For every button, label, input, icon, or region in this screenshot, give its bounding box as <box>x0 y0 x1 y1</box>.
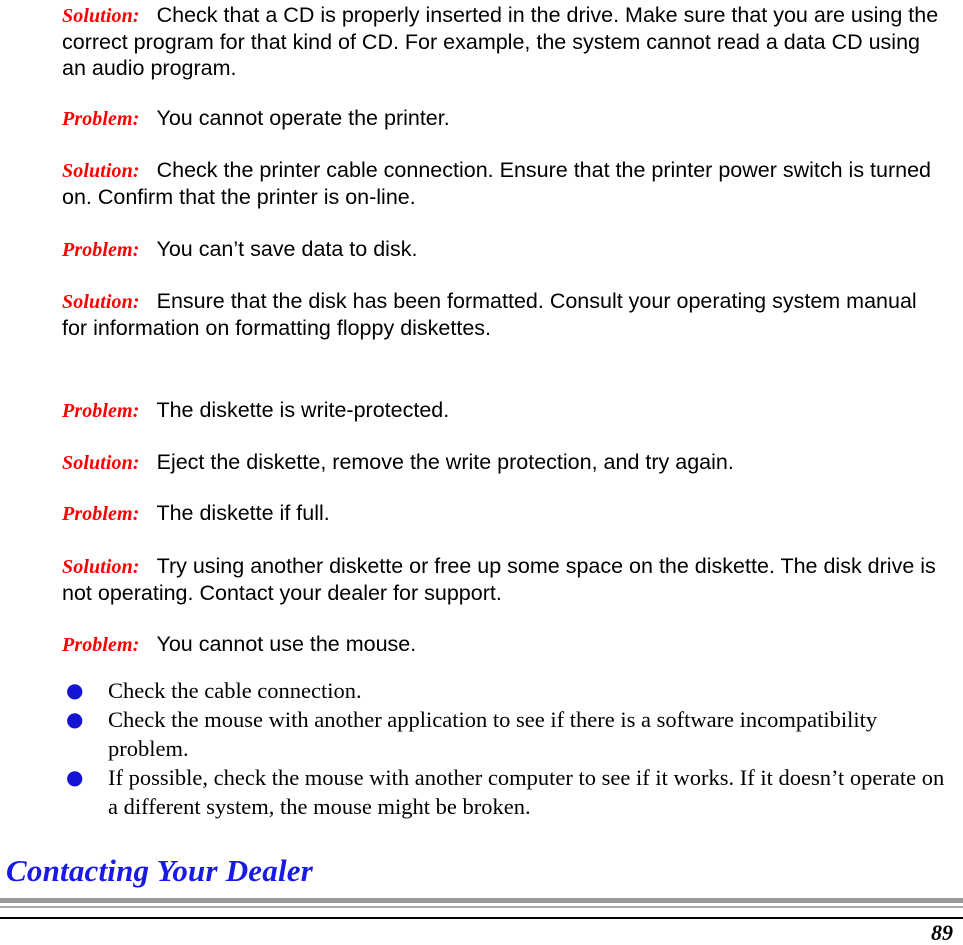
qa-block-solution-eject: Solution: Eject the diskette, remove the … <box>62 449 947 476</box>
qa-body-text: The diskette is write-protected. <box>156 398 450 422</box>
qa-paragraph: Problem: You cannot use the mouse. <box>62 631 947 658</box>
qa-label: Problem: <box>62 108 140 130</box>
qa-label: Problem: <box>62 503 140 525</box>
qa-block-problem-diskette-full: Problem: The diskette if full. <box>62 500 947 527</box>
page-title: Contacting Your Dealer <box>6 853 313 888</box>
qa-paragraph: Solution: Eject the diskette, remove the … <box>62 449 947 476</box>
qa-body-text: Check that a CD is properly inserted in … <box>62 3 939 80</box>
qa-body-text: You can’t save data to disk. <box>156 237 418 261</box>
bullet-icon: ● <box>66 765 84 789</box>
mouse-troubleshooting-list: ● Check the cable connection. ● Check th… <box>62 676 947 821</box>
qa-body-text: Try using another diskette or free up so… <box>62 554 936 605</box>
qa-paragraph: Solution: Check that a CD is properly ins… <box>62 2 947 81</box>
qa-block-solution-another-diskette: Solution: Try using another diskette or f… <box>62 553 947 606</box>
list-item: ● Check the mouse with another applicati… <box>62 705 947 763</box>
qa-paragraph: Solution: Ensure that the disk has been f… <box>62 288 947 341</box>
qa-label: Problem: <box>62 239 140 261</box>
qa-block-problem-write-protected: Problem: The diskette is write-protected. <box>62 397 947 424</box>
qa-block-solution-cd: Solution: Check that a CD is properly ins… <box>62 2 947 81</box>
qa-label: Solution: <box>62 452 140 474</box>
bullet-icon: ● <box>66 707 84 731</box>
footer-rule-thick <box>0 898 963 903</box>
qa-paragraph: Problem: The diskette is write-protected. <box>62 397 947 424</box>
document-page: Solution: Check that a CD is properly ins… <box>0 0 963 945</box>
qa-block-problem-mouse: Problem: You cannot use the mouse. <box>62 631 947 658</box>
footer-rule-black <box>0 917 963 919</box>
list-item: ● Check the cable connection. <box>62 676 947 705</box>
qa-label: Problem: <box>62 400 140 422</box>
footer-rule-thin <box>0 906 963 908</box>
qa-label: Solution: <box>62 291 140 313</box>
list-item-label: Check the cable connection. <box>108 678 362 703</box>
bullet-icon: ● <box>66 678 84 702</box>
qa-block-solution-printer: Solution: Check the printer cable connect… <box>62 157 947 210</box>
qa-paragraph: Problem: You cannot operate the printer. <box>62 105 947 132</box>
qa-paragraph: Problem: The diskette if full. <box>62 500 947 527</box>
list-item-label: If possible, check the mouse with anothe… <box>108 765 945 819</box>
qa-paragraph: Solution: Try using another diskette or f… <box>62 553 947 606</box>
qa-paragraph: Solution: Check the printer cable connect… <box>62 157 947 210</box>
page-number: 89 <box>931 920 953 945</box>
qa-body-text: Eject the diskette, remove the write pro… <box>156 450 734 474</box>
qa-block-solution-format: Solution: Ensure that the disk has been f… <box>62 288 947 341</box>
qa-body-text: You cannot operate the printer. <box>156 106 450 130</box>
qa-body-text: The diskette if full. <box>156 501 330 525</box>
qa-body-text: Check the printer cable connection. Ensu… <box>62 158 932 209</box>
list-item-label: Check the mouse with another application… <box>108 707 878 761</box>
qa-paragraph: Problem: You can’t save data to disk. <box>62 236 947 263</box>
qa-label: Problem: <box>62 634 140 656</box>
qa-body-text: You cannot use the mouse. <box>156 632 417 656</box>
list-item: ● If possible, check the mouse with anot… <box>62 763 947 821</box>
qa-label: Solution: <box>62 5 140 27</box>
qa-block-problem-save-data: Problem: You can’t save data to disk. <box>62 236 947 263</box>
qa-body-text: Ensure that the disk has been formatted.… <box>62 289 917 340</box>
qa-label: Solution: <box>62 160 140 182</box>
qa-label: Solution: <box>62 556 140 578</box>
qa-block-problem-printer: Problem: You cannot operate the printer. <box>62 105 947 132</box>
